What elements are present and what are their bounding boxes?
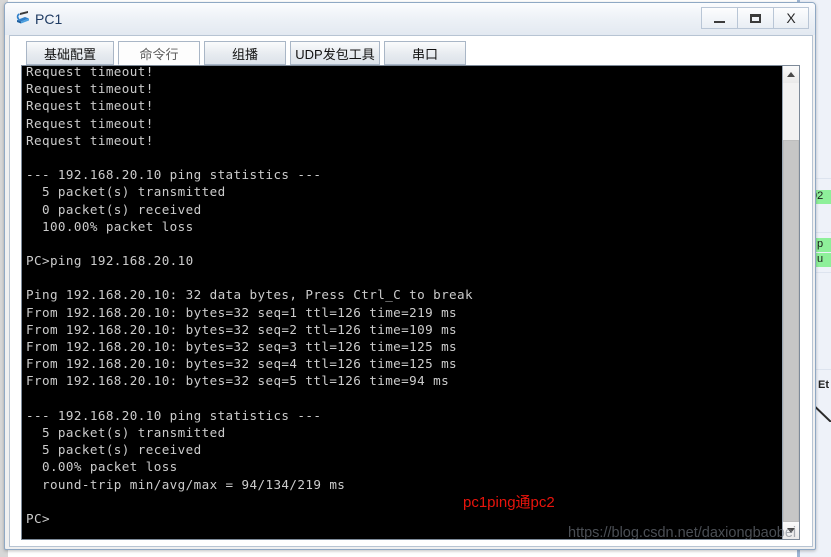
terminal-line: 5 packet(s) transmitted (26, 184, 226, 200)
terminal-line: 100.00% packet loss (26, 218, 194, 234)
window-title: PC1 (35, 11, 63, 27)
topology-interface-label: Et (818, 379, 829, 391)
scrollbar-thumb[interactable] (783, 140, 799, 522)
maximize-icon (750, 13, 761, 23)
window-client-area: 基础配置 命令行 组播 UDP发包工具 串口 Request timeout! R… (9, 35, 813, 547)
pc-device-icon (14, 10, 32, 28)
tab-serial-port[interactable]: 串口 (384, 41, 466, 65)
terminal-line: From 192.168.20.10: bytes=32 seq=4 ttl=1… (26, 356, 458, 372)
window-titlebar[interactable]: PC1 X (5, 3, 815, 35)
minimize-icon (714, 20, 725, 23)
terminal-line: PC>ping 192.168.20.10 (26, 253, 194, 269)
terminal-line: Request timeout! (26, 98, 154, 114)
red-annotation-label: pc1ping通pc2 (463, 494, 555, 511)
terminal-line: Ping 192.168.20.10: 32 data bytes, Press… (26, 287, 473, 303)
watermark-text: https://blog.csdn.net/daxiongbaobei (568, 525, 797, 541)
terminal-panel[interactable]: Request timeout! Request timeout! Request … (21, 65, 800, 540)
terminal-line: Request timeout! (26, 115, 154, 131)
minimize-button[interactable] (701, 7, 737, 29)
window-controls: X (701, 7, 809, 29)
screen: 92 p u Et PC1 X 基础配置 命令行 组播 UDP发包工具 串口 R… (0, 0, 831, 557)
terminal-line: Request timeout! (26, 65, 154, 79)
terminal-line: From 192.168.20.10: bytes=32 seq=3 ttl=1… (26, 339, 458, 354)
terminal-line: From 192.168.20.10: bytes=32 seq=1 ttl=1… (26, 304, 458, 320)
terminal-line: From 192.168.20.10: bytes=32 seq=2 ttl=1… (26, 321, 458, 337)
terminal-line: --- 192.168.20.10 ping statistics --- (26, 407, 322, 423)
tab-basic-config[interactable]: 基础配置 (26, 41, 114, 65)
terminal-line: From 192.168.20.10: bytes=32 seq=5 ttl=1… (26, 373, 450, 389)
scrollbar-track[interactable] (783, 83, 799, 522)
terminal-line: 0.00% packet loss (26, 459, 178, 475)
maximize-button[interactable] (737, 7, 773, 29)
topology-status-tag: p (816, 238, 831, 252)
terminal-line: Request timeout! (26, 81, 154, 97)
topology-status-tag: u (816, 253, 831, 267)
scroll-up-button[interactable] (783, 66, 799, 83)
tab-command-line[interactable]: 命令行 (118, 41, 200, 65)
terminal-output[interactable]: Request timeout! Request timeout! Request … (22, 65, 784, 539)
tab-strip: 基础配置 命令行 组播 UDP发包工具 串口 (10, 36, 812, 66)
tab-multicast[interactable]: 组播 (204, 41, 286, 65)
tab-udp-packet-tool[interactable]: UDP发包工具 (290, 41, 380, 65)
terminal-scrollbar[interactable] (782, 66, 799, 539)
terminal-line: 5 packet(s) received (26, 442, 202, 458)
chevron-up-icon (787, 72, 795, 77)
close-button[interactable]: X (773, 7, 809, 29)
close-icon: X (786, 10, 796, 26)
terminal-line: Request timeout! (26, 132, 154, 148)
terminal-line: 0 packet(s) received (26, 201, 202, 217)
pc1-window[interactable]: PC1 X 基础配置 命令行 组播 UDP发包工具 串口 Request tim… (4, 2, 816, 550)
terminal-line: --- 192.168.20.10 ping statistics --- (26, 167, 322, 183)
terminal-line: round-trip min/avg/max = 94/134/219 ms (26, 476, 346, 492)
terminal-line: 5 packet(s) transmitted (26, 424, 226, 440)
